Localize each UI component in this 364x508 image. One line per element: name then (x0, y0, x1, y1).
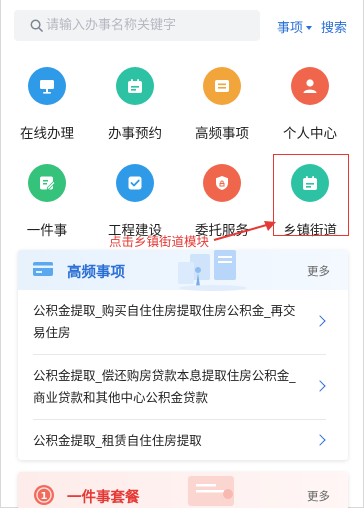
more-link[interactable]: 更多 (307, 263, 330, 279)
badge-number: 1 (41, 491, 48, 502)
number-badge-icon: 1 (34, 485, 54, 505)
illustration-image (188, 476, 234, 506)
annotation-text: 点击乡镇街道模块 (109, 234, 210, 249)
card-icon (33, 262, 53, 276)
service-online[interactable]: 在线办理 (2, 67, 92, 142)
list-item-text: 公积金提取_偿还购房贷款本息提取住房公积金_商业贷款和其他中心公积金贷款 (33, 368, 296, 405)
chevron-right-icon (314, 315, 326, 327)
one-thing-package-card: 1 一件事套餐 更多 (18, 472, 348, 508)
search-button[interactable]: 搜索 (321, 17, 347, 36)
service-engineering[interactable]: 工程建设 (90, 164, 180, 239)
search-icon (30, 19, 43, 32)
service-high-frequency[interactable]: 高频事项 (177, 67, 267, 142)
one-thing-title: 一件事套餐 (67, 490, 140, 506)
service-label: 在线办理 (20, 126, 74, 142)
list-item[interactable]: 公积金提取_偿还购房贷款本息提取住房公积金_商业贷款和其他中心公积金贷款 (33, 355, 326, 420)
high-frequency-header: 高频事项 更多 (18, 250, 348, 291)
chevron-down-icon (306, 26, 313, 30)
search-box[interactable] (14, 10, 260, 41)
search-bar: 事项 搜索 (0, 8, 364, 44)
high-frequency-title: 高频事项 (67, 265, 125, 281)
chevron-right-icon (314, 380, 326, 392)
scope-label: 事项 (277, 21, 304, 36)
service-label: 一件事 (26, 223, 68, 239)
one-thing-header: 1 一件事套餐 更多 (18, 472, 348, 508)
high-frequency-card: 高频事项 更多 公积金提取_购买自住住房提取住房公积金_再交易住房 公积金提取_… (18, 250, 348, 460)
list-item-text: 公积金提取_租赁自住住房提取 (33, 433, 202, 448)
service-label: 高频事项 (195, 126, 249, 142)
service-label: 个人中心 (283, 126, 337, 142)
shield-icon (203, 164, 241, 202)
more-link[interactable]: 更多 (307, 488, 330, 504)
scope-select[interactable]: 事项 (277, 17, 313, 36)
list-item-text: 公积金提取_购买自住住房提取住房公积金_再交易住房 (33, 303, 296, 340)
service-appointment[interactable]: 办事预约 (90, 67, 180, 142)
chevron-right-icon (314, 434, 326, 446)
monitor-icon (28, 67, 66, 105)
calendar-icon (116, 67, 154, 105)
edit-icon (28, 164, 66, 202)
search-input[interactable] (46, 10, 246, 41)
service-label: 办事预约 (108, 126, 162, 142)
service-one-thing[interactable]: 一件事 (2, 164, 92, 239)
annotation-highlight-box (273, 154, 349, 236)
list-icon (203, 67, 241, 105)
list-item[interactable]: 公积金提取_购买自住住房提取住房公积金_再交易住房 (33, 290, 326, 355)
person-icon (291, 67, 329, 105)
list-item[interactable]: 公积金提取_租赁自住住房提取 (33, 420, 326, 460)
check-icon (116, 164, 154, 202)
service-personal-center[interactable]: 个人中心 (265, 67, 355, 142)
annotation-arrow-icon (213, 221, 276, 241)
illustration-image (178, 250, 247, 291)
